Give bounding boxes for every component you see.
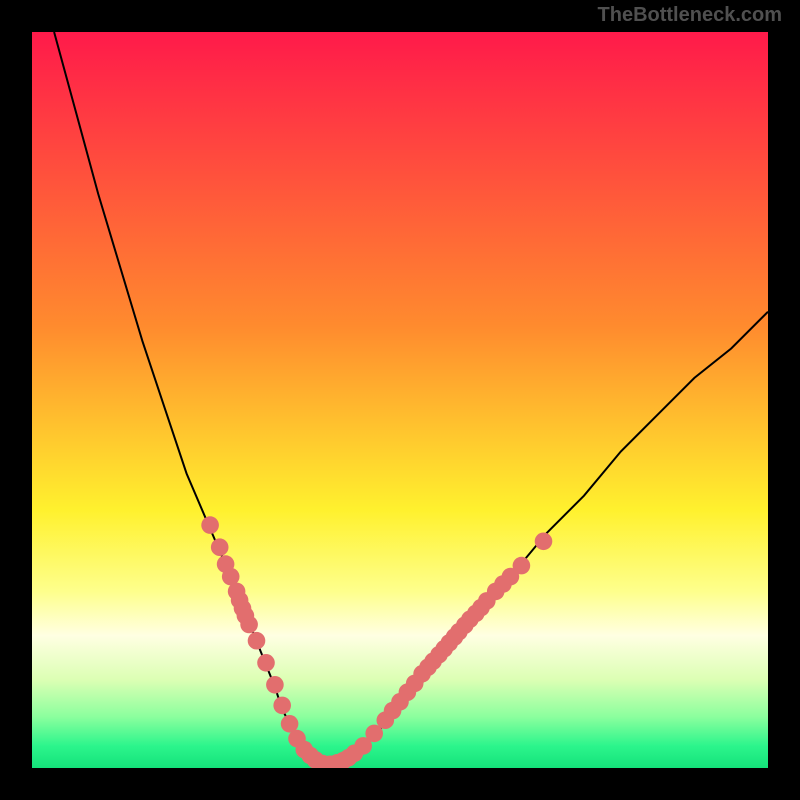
data-marker [535,533,553,551]
data-marker [273,697,291,715]
data-marker [201,516,219,534]
watermark-text: TheBottleneck.com [598,4,782,27]
chart-canvas [32,32,768,768]
data-marker [513,557,531,575]
data-marker [240,616,258,634]
gradient-background [32,32,768,768]
data-marker [257,654,275,672]
bottleneck-chart [32,32,768,768]
data-marker [266,676,284,694]
data-marker [248,632,266,650]
data-marker [211,538,229,556]
